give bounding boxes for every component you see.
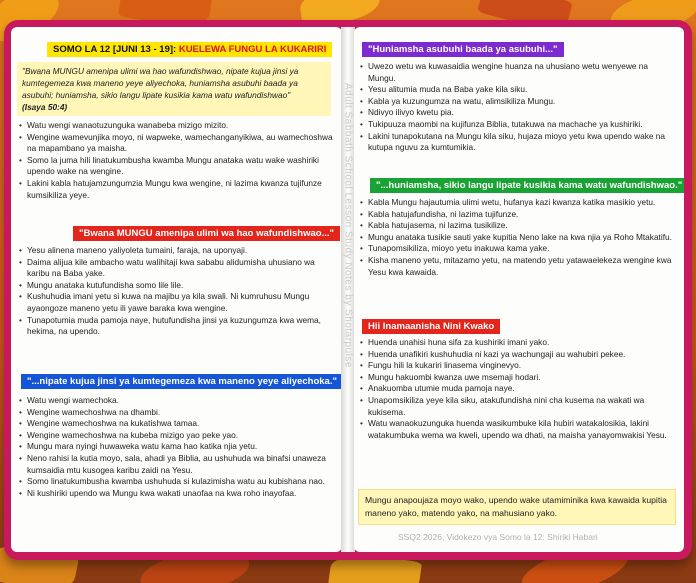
list-item: Wengine wamechoshwa na kukatishwa tamaa.	[17, 418, 333, 430]
list-item: Mungu hakuombi kwanza uwe msemaji hodari…	[358, 372, 676, 384]
section-header-4: "...huniamsha, sikio langu lipate kusiki…	[370, 175, 684, 193]
list-item: Anakuomba utumie muda pamoja naye.	[358, 383, 676, 395]
list-item: Kushuhudia imani yetu si kuwa na majibu …	[17, 291, 333, 314]
list-item: Somo linatukumbusha kwamba ushuhuda si k…	[17, 476, 333, 488]
list-item: Ndivyo ilivyo kwetu pia.	[358, 107, 676, 119]
page-footer: SSQ2 2026, Vidokezo vya Somo la 12: Shir…	[398, 532, 598, 542]
memory-verse-box: "Bwana MUNGU amenipa ulimi wa hao wafund…	[17, 62, 331, 116]
section-1-list: Yesu alinena maneno yaliyoleta tumaini, …	[17, 245, 333, 338]
memory-verse-reference: (Isaya 50:4)	[22, 102, 68, 112]
intro-list: Watu wengi wanaotuzunguka wanabeba mizig…	[17, 120, 333, 201]
closing-box: Mungu anapoujaza moyo wako, upendo wake …	[358, 489, 676, 525]
section-4-list: Kabla Mungu hajautumia ulimi wetu, hufan…	[358, 197, 676, 278]
list-item: Mungu anataka kutufundisha somo lile lil…	[17, 280, 333, 292]
list-item: Lakini kabla hatujamzungumzia Mungu kwa …	[17, 178, 333, 201]
list-item: Lakini tunapokutana na Mungu kila siku, …	[358, 131, 676, 154]
lesson-title: KUELEWA FUNGU LA KUKARIRI	[178, 44, 327, 55]
list-item: Huenda unafikiri kushuhudia ni kazi ya w…	[358, 349, 676, 361]
list-item: Ni kushiriki upendo wa Mungu kwa wakati …	[17, 488, 333, 500]
section-header-2: "...nipate kujua jinsi ya kumtegemeza kw…	[21, 371, 342, 389]
list-item: Unapomsikiliza yeye kila siku, atakufund…	[358, 395, 676, 418]
list-item: Daima alijua kile ambacho watu walihitaj…	[17, 257, 333, 280]
lesson-number: SOMO LA 12 [JUNI 13 - 19]:	[53, 44, 177, 55]
section-3-list: Uwezo wetu wa kuwasaidia wengine huanza …	[358, 61, 676, 154]
section-header-3: "Huniamsha asubuhi baada ya asubuhi..."	[362, 39, 564, 57]
list-item: Somo la juma hili linatukumbusha kwamba …	[17, 155, 333, 178]
section-header-1: "Bwana MUNGU amenipa ulimi wa hao wafund…	[73, 223, 340, 241]
section-header-5: Hii Inamaanisha Nini Kwako	[362, 316, 501, 334]
list-item: Wengine wamevunjika moyo, ni wapweke, wa…	[17, 132, 333, 155]
list-item: Mungu anataka tusikie sauti yake kupitia…	[358, 232, 676, 244]
list-item: Neno rahisi la kutia moyo, sala, ahadi y…	[17, 453, 333, 476]
list-item: Tunapotumia muda pamoja naye, hutufundis…	[17, 315, 333, 338]
list-item: Kabla hatujafundisha, ni lazima tujifunz…	[358, 209, 676, 221]
list-item: Uwezo wetu wa kuwasaidia wengine huanza …	[358, 61, 676, 84]
right-page: "Huniamsha asubuhi baada ya asubuhi..." …	[354, 27, 684, 552]
lesson-header: SOMO LA 12 [JUNI 13 - 19]: KUELEWA FUNGU…	[47, 39, 333, 57]
list-item: Tukipuuza maombi na kujifunza Biblia, tu…	[358, 119, 676, 131]
closing-text: Mungu anapoujaza moyo wako, upendo wake …	[365, 495, 667, 518]
list-item: Watu wengi wamechoka.	[17, 395, 333, 407]
list-item: Mungu mara nyingi huwaweka watu kama hao…	[17, 441, 333, 453]
list-item: Watu wengi wanaotuzunguka wanabeba mizig…	[17, 120, 333, 132]
list-item: Wengine wamechoshwa na kubeba mizigo yao…	[17, 430, 333, 442]
list-item: Yesu alitumia muda na Baba yake kila sik…	[358, 84, 676, 96]
list-item: Wengine wamechoshwa na dhambi.	[17, 407, 333, 419]
left-page: SOMO LA 12 [JUNI 13 - 19]: KUELEWA FUNGU…	[11, 27, 342, 552]
list-item: Kabla ya kuzungumza na watu, alimsikiliz…	[358, 96, 676, 108]
list-item: Tunapomsikiliza, mioyo yetu inakuwa kama…	[358, 243, 676, 255]
list-item: Watu wanaokuzunguka huenda wasikumbuke k…	[358, 418, 676, 441]
memory-verse-text: "Bwana MUNGU amenipa ulimi wa hao wafund…	[22, 66, 299, 100]
list-item: Kisha maneno yetu, mitazamo yetu, na mat…	[358, 255, 676, 278]
list-item: Kabla Mungu hajautumia ulimi wetu, hufan…	[358, 197, 676, 209]
list-item: Huenda unahisi huna sifa za kushiriki im…	[358, 337, 676, 349]
section-2-list: Watu wengi wamechoka. Wengine wamechoshw…	[17, 395, 333, 499]
list-item: Yesu alinena maneno yaliyoleta tumaini, …	[17, 245, 333, 257]
section-5-list: Huenda unahisi huna sifa za kushiriki im…	[358, 337, 676, 441]
list-item: Fungu hili la kukariri linasema vinginev…	[358, 360, 676, 372]
list-item: Kabla hatujasema, ni lazima tusikilize.	[358, 220, 676, 232]
